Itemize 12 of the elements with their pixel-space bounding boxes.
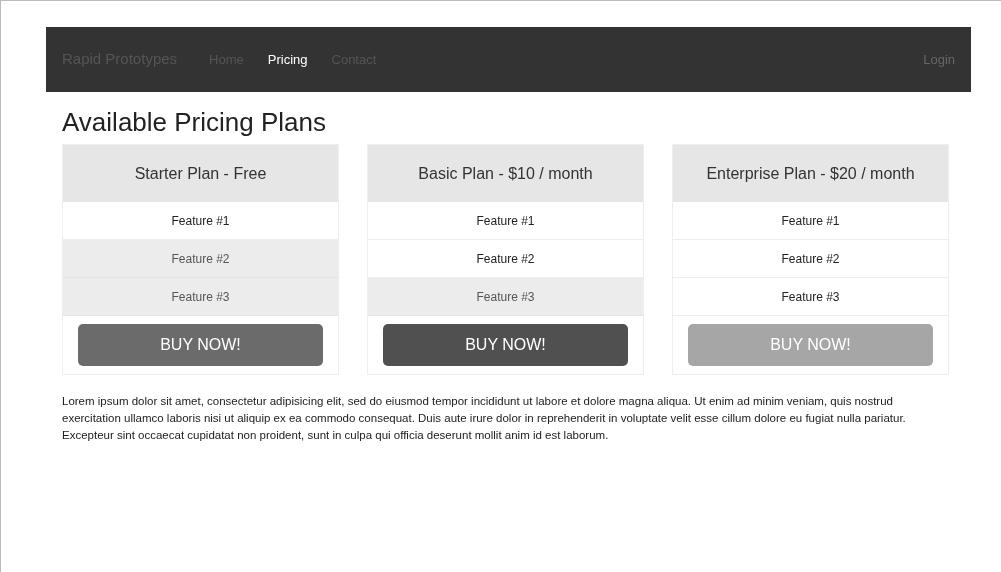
lorem-paragraph: Lorem ipsum dolor sit amet, consectetur adipisicing elit, sed do eiusmod tempor incididunt ut labore et dolore magna aliqua. Ut enim ad minim veniam, quis nostrud exercitation ullamco laboris nisi ut aliquip ex ea commodo consequat. Duis aute irure dolor in reprehenderit in voluptate velit esse cillum dolore eu fugiat nulla pariatur. Excepteur sint occaecat cupidatat non proident, sunt in culpa qui officia deserunt mollit anim id est laborum. xyxy=(62,394,907,443)
page-heading: Available Pricing Plans xyxy=(62,106,327,139)
nav-link[interactable]: Pricing xyxy=(267,49,308,70)
buy-now-button[interactable]: BUY NOW! xyxy=(383,324,628,366)
feature-row: Feature #3 xyxy=(63,278,338,316)
plan-title: Basic Plan - $10 / month xyxy=(368,145,643,202)
plan-title: Enterprise Plan - $20 / month xyxy=(673,145,948,202)
feature-row: Feature #2 xyxy=(63,240,338,278)
buy-now-button[interactable]: BUY NOW! xyxy=(78,324,323,366)
buy-now-button[interactable]: BUY NOW! xyxy=(688,324,933,366)
feature-row: Feature #3 xyxy=(368,278,643,316)
plan-title: Starter Plan - Free xyxy=(63,145,338,202)
